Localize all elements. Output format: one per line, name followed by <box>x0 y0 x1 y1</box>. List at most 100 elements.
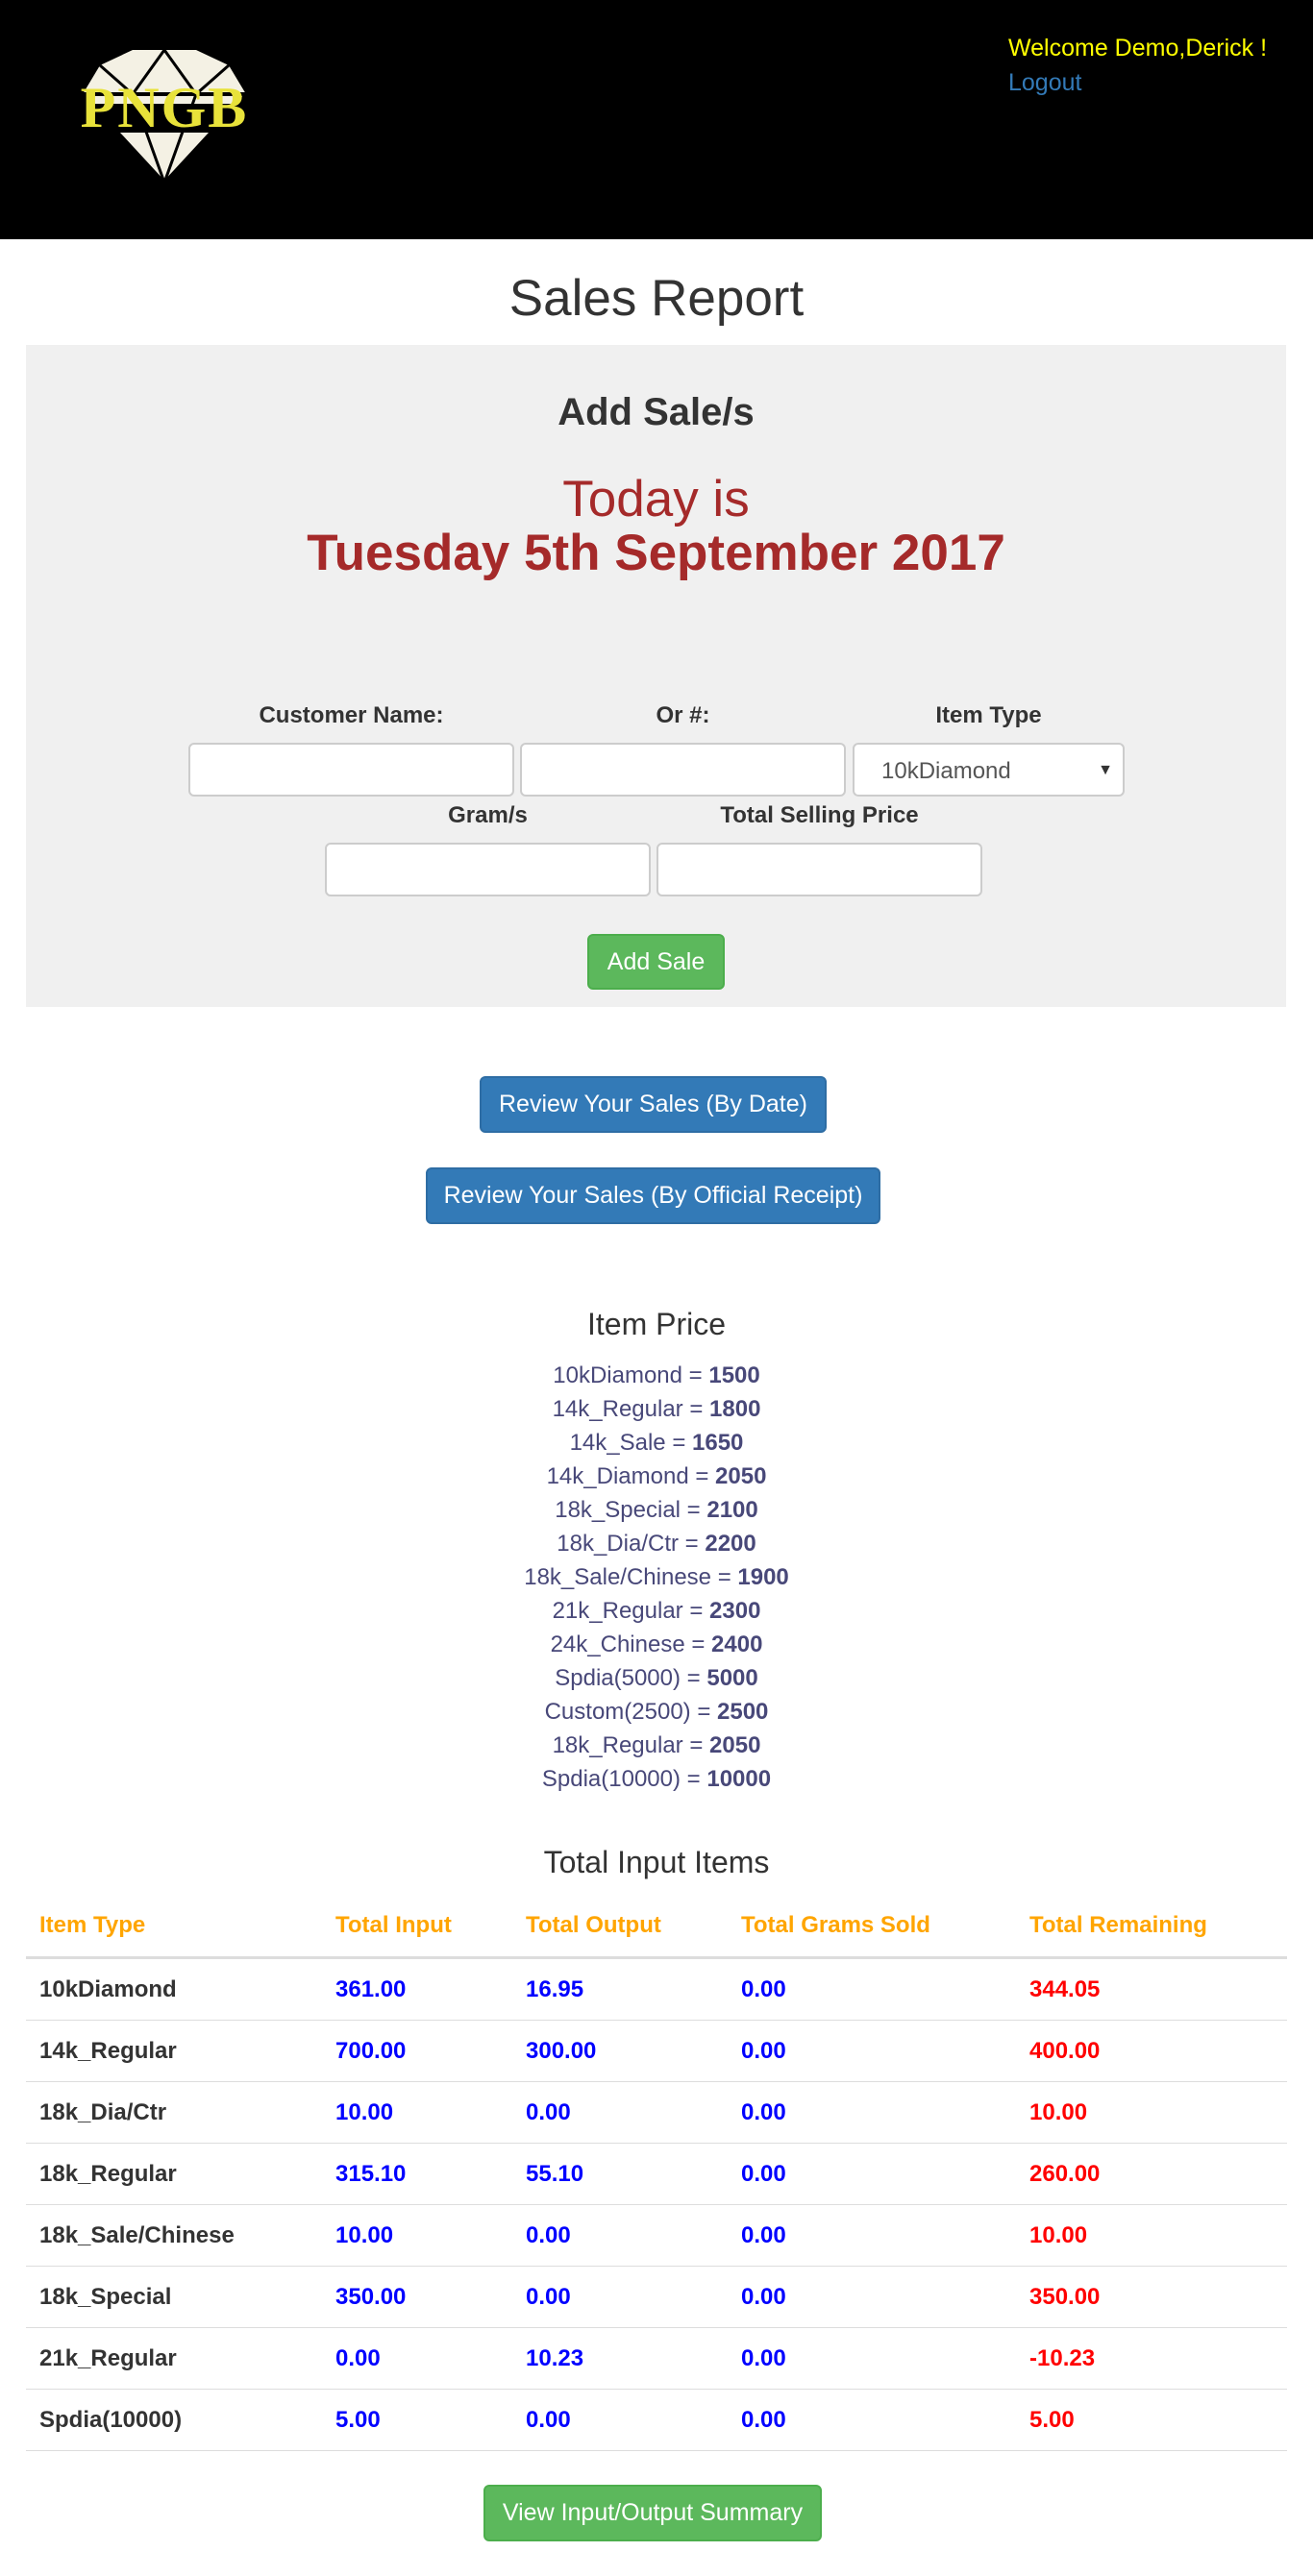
price-item: Custom(2500) = 2500 <box>544 1699 769 1725</box>
column-header: Item Type <box>26 1895 322 1959</box>
price-item-value: 2500 <box>717 1699 769 1725</box>
cell-remaining: 10.00 <box>1016 2081 1287 2144</box>
cell-grams-sold: 0.00 <box>728 1957 1016 2021</box>
cell-total-input: 315.10 <box>322 2143 512 2205</box>
cell-total-input: 361.00 <box>322 1957 512 2021</box>
cell-grams-sold: 0.00 <box>728 2081 1016 2144</box>
cell-remaining: 344.05 <box>1016 1957 1287 2021</box>
cell-grams-sold: 0.00 <box>728 2143 1016 2205</box>
logout-link[interactable]: Logout <box>1008 69 1081 97</box>
table-header-row: Item Type Total Input Total Output Total… <box>26 1895 1287 1959</box>
table-row: 18k_Special 350.00 0.00 0.00 350.00 <box>26 2266 1287 2328</box>
price-item-value: 5000 <box>706 1665 758 1691</box>
cell-total-output: 0.00 <box>512 2204 728 2267</box>
site-header: PNGB Welcome Demo,Derick ! Logout <box>0 0 1313 239</box>
price-item-name: 18k_Regular <box>552 1732 683 1758</box>
table-row: 18k_Sale/Chinese 10.00 0.00 0.00 10.00 <box>26 2204 1287 2267</box>
cell-item-type: 18k_Sale/Chinese <box>26 2204 322 2267</box>
add-sale-button[interactable]: Add Sale <box>587 934 725 990</box>
table-row: 14k_Regular 700.00 300.00 0.00 400.00 <box>26 2020 1287 2082</box>
cell-grams-sold: 0.00 <box>728 2266 1016 2328</box>
cell-remaining: 350.00 <box>1016 2266 1287 2328</box>
add-sale-title: Add Sale/s <box>557 391 755 433</box>
cell-grams-sold: 0.00 <box>728 2389 1016 2451</box>
cell-item-type: 14k_Regular <box>26 2020 322 2082</box>
cell-item-type: 18k_Regular <box>26 2143 322 2205</box>
total-price-input[interactable] <box>656 843 982 896</box>
review-by-receipt-button[interactable]: Review Your Sales (By Official Receipt) <box>426 1167 880 1224</box>
table-row: Spdia(10000) 5.00 0.00 0.00 5.00 <box>26 2389 1287 2451</box>
price-item-value: 1650 <box>692 1430 744 1456</box>
cell-remaining: -10.23 <box>1016 2327 1287 2390</box>
caret-down-icon: ▼ <box>1098 762 1113 778</box>
price-item-name: 18k_Sale/Chinese <box>524 1564 712 1590</box>
cell-item-type: 18k_Dia/Ctr <box>26 2081 322 2144</box>
price-item-value: 2100 <box>706 1497 758 1523</box>
total-input-title: Total Input Items <box>543 1845 770 1879</box>
price-item-name: Spdia(5000) <box>555 1665 681 1691</box>
cell-total-input: 10.00 <box>322 2081 512 2144</box>
grams-label: Gram/s <box>448 802 528 828</box>
item-price-list: 10kDiamond = 1500 14k_Regular = 1800 14k… <box>0 1359 1313 1796</box>
price-item-value: 2400 <box>711 1631 763 1657</box>
cell-total-output: 16.95 <box>512 1957 728 2021</box>
price-item: 14k_Sale = 1650 <box>569 1430 744 1456</box>
page-title: Sales Report <box>508 270 805 327</box>
cell-total-output: 0.00 <box>512 2081 728 2144</box>
item-price-title: Item Price <box>586 1307 727 1341</box>
price-item: 10kDiamond = 1500 <box>553 1362 760 1388</box>
price-item: 18k_Regular = 2050 <box>552 1732 761 1758</box>
price-item: 18k_Special = 2100 <box>555 1497 758 1523</box>
cell-item-type: 18k_Special <box>26 2266 322 2328</box>
price-item: 14k_Diamond = 2050 <box>546 1463 767 1489</box>
cell-total-output: 300.00 <box>512 2020 728 2082</box>
price-item-value: 2200 <box>705 1531 756 1557</box>
cell-remaining: 400.00 <box>1016 2020 1287 2082</box>
logo-text: PNGB <box>80 76 249 139</box>
price-item: Spdia(5000) = 5000 <box>555 1665 758 1691</box>
cell-total-output: 10.23 <box>512 2327 728 2390</box>
table-row: 18k_Regular 315.10 55.10 0.00 260.00 <box>26 2143 1287 2205</box>
price-item-name: 14k_Regular <box>552 1396 683 1422</box>
add-sale-panel: Add Sale/s Today is Tuesday 5th Septembe… <box>26 345 1286 1007</box>
price-item: 21k_Regular = 2300 <box>552 1598 761 1624</box>
item-type-select[interactable]: 10kDiamond ▼ <box>853 743 1125 797</box>
grams-input[interactable] <box>325 843 651 896</box>
current-date: Tuesday 5th September 2017 <box>307 525 1005 581</box>
view-summary-button[interactable]: View Input/Output Summary <box>483 2485 822 2541</box>
column-header: Total Output <box>512 1895 728 1959</box>
price-item-name: 24k_Chinese <box>550 1631 685 1657</box>
pngb-logo[interactable]: PNGB <box>63 47 265 187</box>
column-header: Total Remaining <box>1016 1895 1287 1959</box>
cell-total-input: 350.00 <box>322 2266 512 2328</box>
table-row: 21k_Regular 0.00 10.23 0.00 -10.23 <box>26 2327 1287 2390</box>
review-by-date-button[interactable]: Review Your Sales (By Date) <box>480 1076 827 1133</box>
price-item-value: 2050 <box>715 1463 767 1489</box>
table-row: 18k_Dia/Ctr 10.00 0.00 0.00 10.00 <box>26 2081 1287 2144</box>
customer-name-input[interactable] <box>188 743 514 797</box>
price-item-name: Spdia(10000) <box>541 1766 681 1792</box>
or-number-input[interactable] <box>520 743 846 797</box>
cell-grams-sold: 0.00 <box>728 2327 1016 2390</box>
item-type-selected: 10kDiamond <box>881 758 1011 784</box>
cell-total-input: 5.00 <box>322 2389 512 2451</box>
customer-name-label: Customer Name: <box>259 702 444 728</box>
cell-total-input: 10.00 <box>322 2204 512 2267</box>
price-item-name: 14k_Sale <box>569 1430 666 1456</box>
today-label: Today is <box>562 471 750 527</box>
cell-grams-sold: 0.00 <box>728 2204 1016 2267</box>
price-item-name: 21k_Regular <box>552 1598 683 1624</box>
price-item: Spdia(10000) = 10000 <box>541 1766 772 1792</box>
price-item-value: 2300 <box>709 1598 761 1624</box>
welcome-message: Welcome Demo,Derick ! <box>1008 35 1268 61</box>
price-item: 14k_Regular = 1800 <box>552 1396 761 1422</box>
cell-total-input: 0.00 <box>322 2327 512 2390</box>
cell-item-type: 10kDiamond <box>26 1957 322 2021</box>
item-type-label: Item Type <box>935 702 1042 728</box>
cell-total-output: 0.00 <box>512 2389 728 2451</box>
price-item-value: 1900 <box>737 1564 789 1590</box>
cell-item-type: Spdia(10000) <box>26 2389 322 2451</box>
cell-total-input: 700.00 <box>322 2020 512 2082</box>
total-price-label: Total Selling Price <box>720 802 919 828</box>
column-header: Total Grams Sold <box>728 1895 1016 1959</box>
